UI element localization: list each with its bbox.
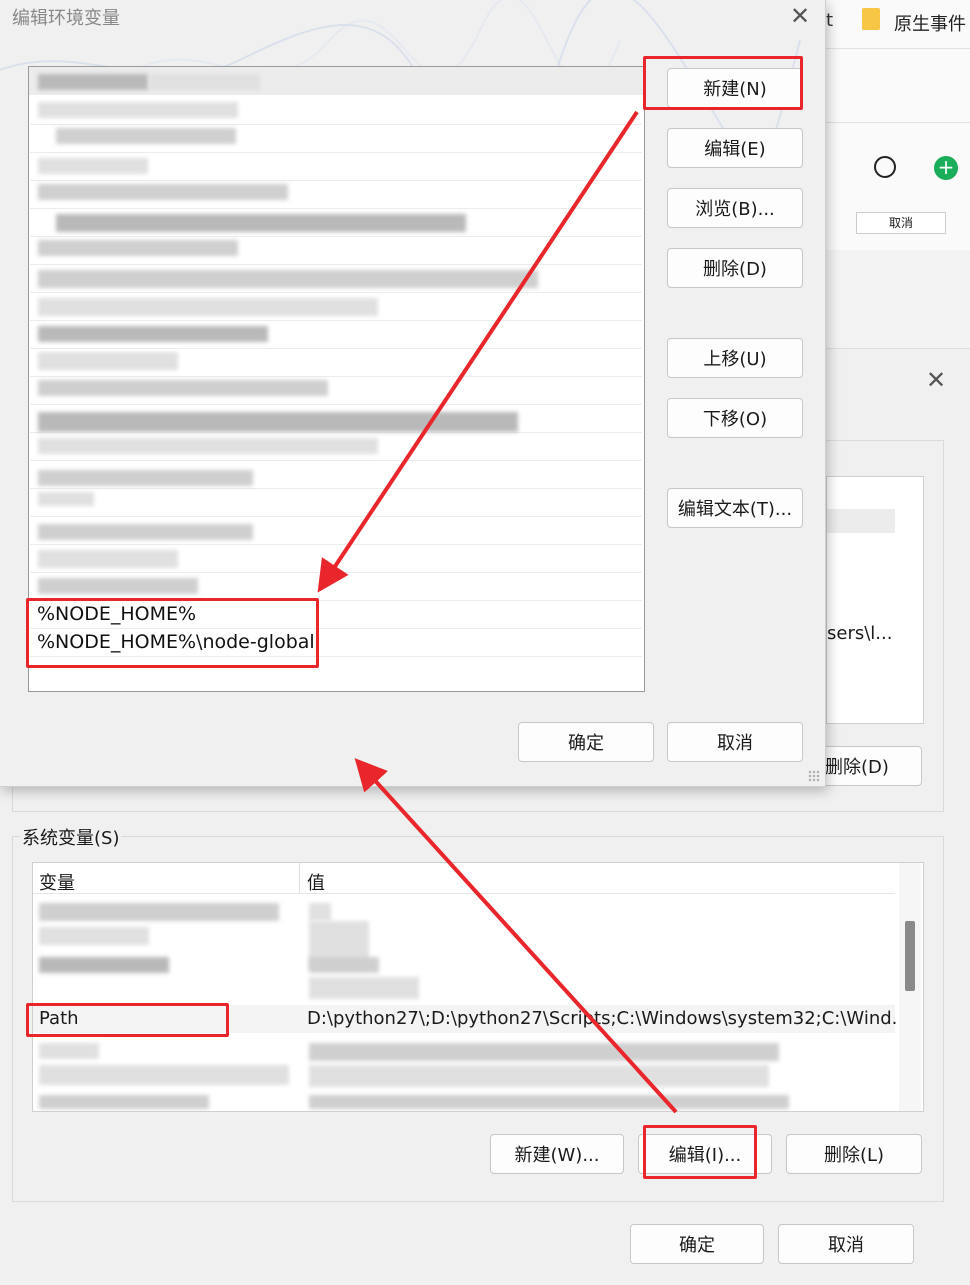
annotation-arrows [317, 110, 678, 1114]
arrow-to-edit-dialog [354, 758, 678, 1114]
arrow-to-new-entries [317, 110, 639, 593]
